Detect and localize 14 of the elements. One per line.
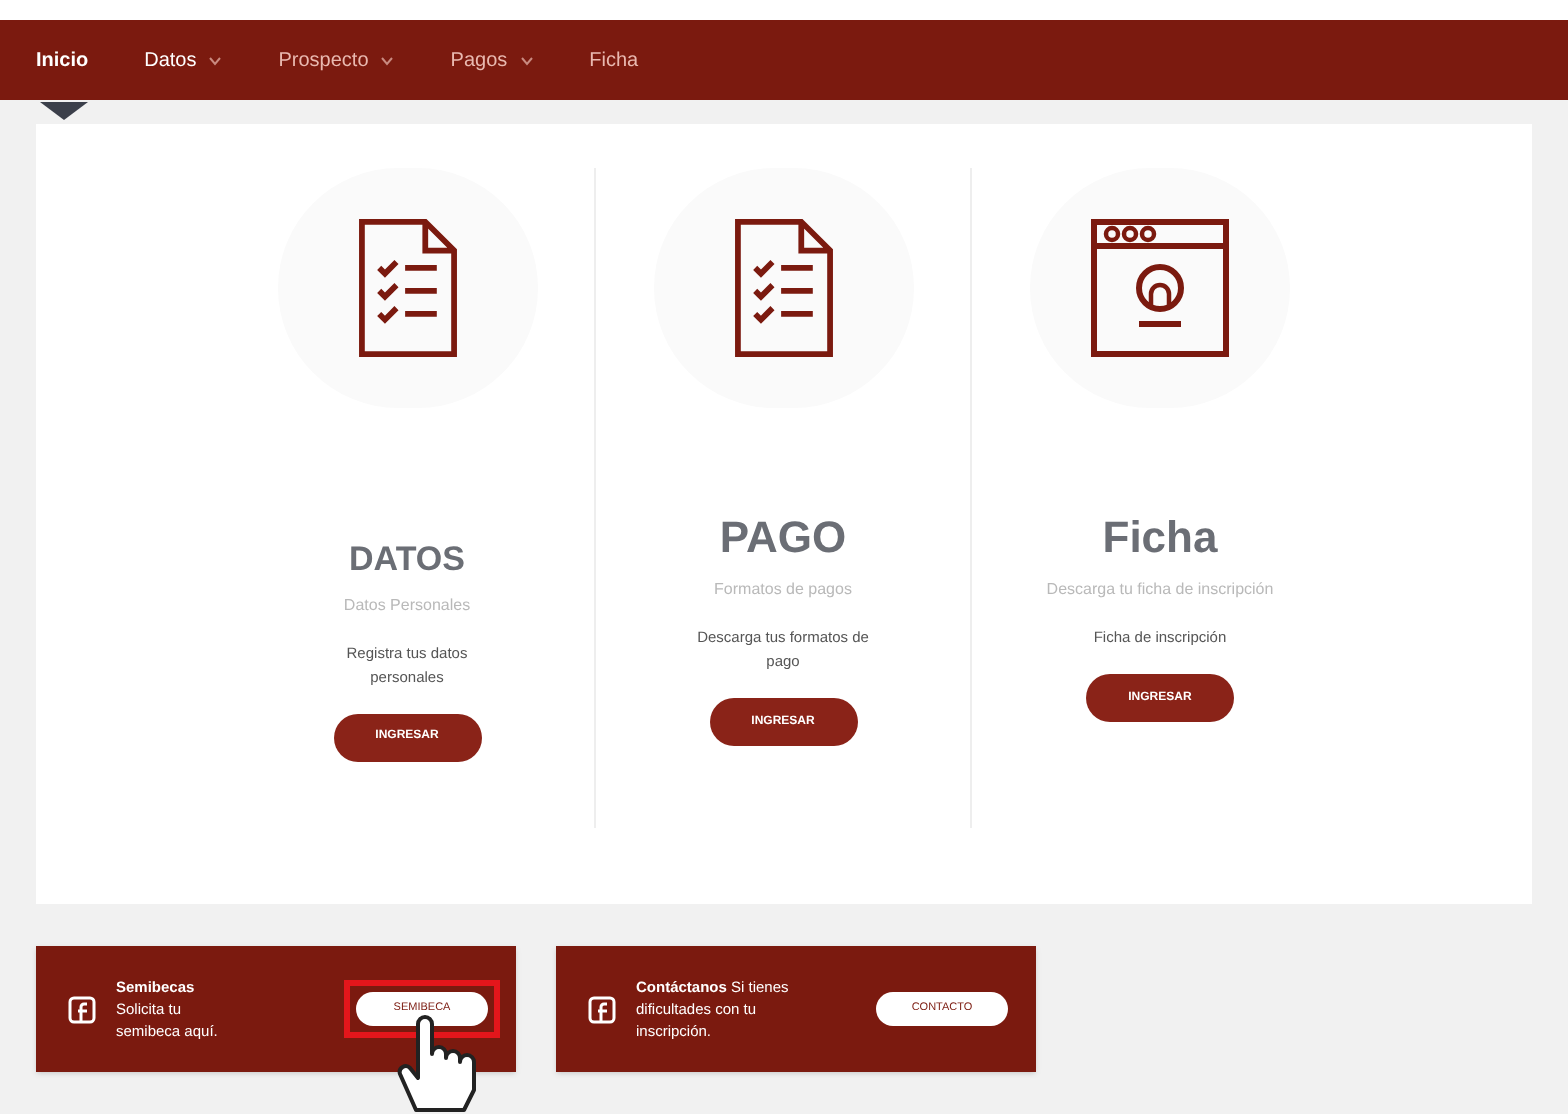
- nav-link[interactable]: Ficha: [589, 45, 639, 75]
- card-subtitle: Datos Personales: [343, 593, 471, 617]
- card-title: DATOS: [349, 538, 465, 582]
- nav-link[interactable]: Datos: [144, 45, 223, 75]
- facebook-icon: [68, 995, 96, 1023]
- card-title: Ficha: [1102, 510, 1218, 566]
- facebook-icon: [588, 995, 616, 1023]
- card-title: PAGO: [719, 510, 847, 566]
- nav-link[interactable]: Pagos: [450, 45, 534, 75]
- card-subtitle: Formatos de pagos: [714, 578, 852, 602]
- nav-link[interactable]: Prospecto: [278, 45, 395, 75]
- hand-pointer-icon: [392, 1014, 480, 1114]
- card-subtitle: Descarga tu ficha de inscripción: [1046, 578, 1274, 602]
- profile-window-icon: [1088, 216, 1232, 360]
